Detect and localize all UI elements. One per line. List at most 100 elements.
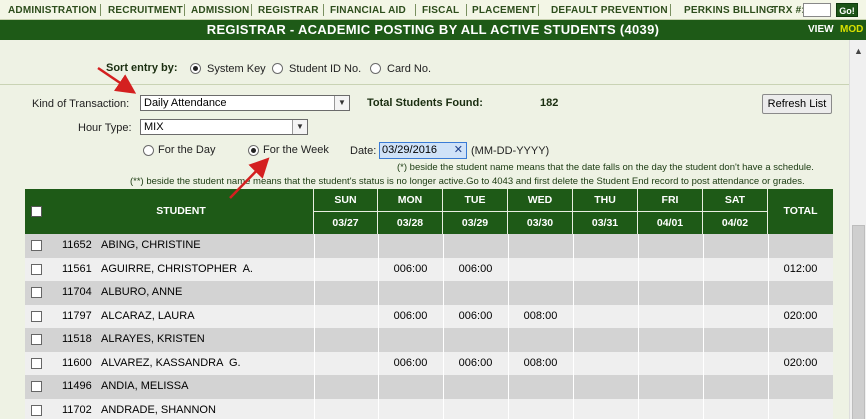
view-link[interactable]: VIEW	[808, 20, 834, 40]
period-radio-week[interactable]	[248, 145, 259, 156]
hours-cell[interactable]	[508, 281, 573, 305]
nav-placement[interactable]: PLACEMENT	[472, 0, 536, 20]
row-checkbox[interactable]	[31, 310, 42, 322]
student-name[interactable]: ANDRADE, SHANNON	[101, 399, 216, 419]
nav-registrar[interactable]: REGISTRAR	[258, 0, 319, 20]
student-name[interactable]: AGUIRRE, CHRISTOPHER A.	[101, 258, 253, 282]
hours-cell[interactable]	[314, 328, 378, 352]
hours-cell[interactable]	[378, 281, 443, 305]
hours-cell[interactable]	[703, 234, 768, 258]
hours-cell[interactable]	[314, 305, 378, 329]
hours-cell[interactable]: 006:00	[378, 352, 443, 376]
row-checkbox[interactable]	[31, 404, 42, 416]
date-input[interactable]: 03/29/2016 ✕	[379, 142, 467, 159]
trx-input[interactable]	[803, 3, 831, 17]
mode-link[interactable]: MOD	[840, 20, 863, 40]
hours-cell[interactable]	[508, 328, 573, 352]
hours-cell[interactable]	[638, 328, 703, 352]
hours-cell[interactable]	[703, 399, 768, 419]
vertical-scrollbar[interactable]: ▲	[849, 40, 866, 419]
hours-cell[interactable]	[508, 375, 573, 399]
hours-cell[interactable]	[443, 234, 508, 258]
hours-cell[interactable]	[508, 399, 573, 419]
hours-cell[interactable]	[573, 375, 638, 399]
sort-radio-student-id[interactable]	[272, 63, 283, 74]
row-checkbox[interactable]	[31, 263, 42, 275]
sort-radio-card-no[interactable]	[370, 63, 381, 74]
hours-cell[interactable]	[638, 305, 703, 329]
hours-cell[interactable]	[638, 375, 703, 399]
row-checkbox[interactable]	[31, 240, 42, 251]
nav-admission[interactable]: ADMISSION	[191, 0, 249, 20]
refresh-list-button[interactable]: Refresh List	[762, 94, 832, 114]
nav-default-prevention[interactable]: DEFAULT PREVENTION	[551, 0, 668, 20]
hours-cell[interactable]: 008:00	[508, 305, 573, 329]
student-name[interactable]: ABING, CHRISTINE	[101, 234, 201, 258]
hours-cell[interactable]	[703, 352, 768, 376]
hours-cell[interactable]	[378, 375, 443, 399]
hours-cell[interactable]	[443, 375, 508, 399]
row-checkbox[interactable]	[31, 357, 42, 369]
hours-cell[interactable]	[378, 234, 443, 258]
hours-cell[interactable]	[314, 281, 378, 305]
hours-cell[interactable]	[638, 281, 703, 305]
hours-cell[interactable]	[443, 328, 508, 352]
title-bar: REGISTRAR - ACADEMIC POSTING BY ALL ACTI…	[0, 20, 866, 40]
hours-cell[interactable]	[638, 258, 703, 282]
hours-cell[interactable]	[638, 234, 703, 258]
row-checkbox[interactable]	[31, 287, 42, 298]
hour-type-select[interactable]: MIX ▼	[140, 119, 308, 135]
hours-cell[interactable]	[573, 305, 638, 329]
hours-cell[interactable]	[703, 328, 768, 352]
nav-fiscal[interactable]: FISCAL	[422, 0, 459, 20]
hours-cell[interactable]	[378, 328, 443, 352]
student-name[interactable]: ANDIA, MELISSA	[101, 375, 188, 399]
hours-cell[interactable]	[314, 375, 378, 399]
hours-cell[interactable]	[703, 258, 768, 282]
hours-cell[interactable]	[703, 281, 768, 305]
row-checkbox[interactable]	[31, 381, 42, 392]
select-all-checkbox[interactable]	[31, 206, 42, 217]
hours-cell[interactable]	[638, 352, 703, 376]
period-radio-day[interactable]	[143, 145, 154, 156]
hours-cell[interactable]	[314, 352, 378, 376]
hours-cell[interactable]	[573, 328, 638, 352]
sort-radio-system-key[interactable]	[190, 63, 201, 74]
hours-cell[interactable]	[508, 258, 573, 282]
hours-cell[interactable]: 006:00	[378, 258, 443, 282]
nav-perkins-billing[interactable]: PERKINS BILLING	[684, 0, 774, 20]
hours-cell[interactable]	[443, 399, 508, 419]
hours-cell[interactable]	[573, 352, 638, 376]
hours-cell[interactable]	[378, 399, 443, 419]
hours-cell[interactable]	[703, 375, 768, 399]
hours-cell[interactable]: 006:00	[378, 305, 443, 329]
hours-cell[interactable]	[314, 399, 378, 419]
hours-cell[interactable]	[443, 281, 508, 305]
hours-cell[interactable]: 008:00	[508, 352, 573, 376]
row-checkbox[interactable]	[31, 334, 42, 345]
nav-recruitment[interactable]: RECRUITMENT	[108, 0, 183, 20]
hours-cell[interactable]: 006:00	[443, 352, 508, 376]
clear-icon[interactable]: ✕	[454, 143, 463, 158]
scroll-up-icon[interactable]: ▲	[850, 46, 866, 60]
hours-cell[interactable]	[573, 234, 638, 258]
hours-cell[interactable]	[573, 258, 638, 282]
hours-cell[interactable]	[508, 234, 573, 258]
scrollbar-thumb[interactable]	[852, 225, 865, 419]
student-name[interactable]: ALVAREZ, KASSANDRA G.	[101, 352, 241, 376]
go-button[interactable]: Go!	[836, 3, 858, 17]
hours-cell[interactable]	[314, 258, 378, 282]
hours-cell[interactable]	[314, 234, 378, 258]
nav-financial-aid[interactable]: FINANCIAL AID	[330, 0, 406, 20]
hours-cell[interactable]: 006:00	[443, 305, 508, 329]
hours-cell[interactable]: 006:00	[443, 258, 508, 282]
hours-cell[interactable]	[573, 399, 638, 419]
hours-cell[interactable]	[638, 399, 703, 419]
student-name[interactable]: ALBURO, ANNE	[101, 281, 182, 305]
student-name[interactable]: ALCARAZ, LAURA	[101, 305, 195, 329]
transaction-select[interactable]: Daily Attendance ▼	[140, 95, 350, 111]
nav-administration[interactable]: ADMINISTRATION	[8, 0, 97, 20]
hours-cell[interactable]	[573, 281, 638, 305]
hours-cell[interactable]	[703, 305, 768, 329]
student-name[interactable]: ALRAYES, KRISTEN	[101, 328, 205, 352]
